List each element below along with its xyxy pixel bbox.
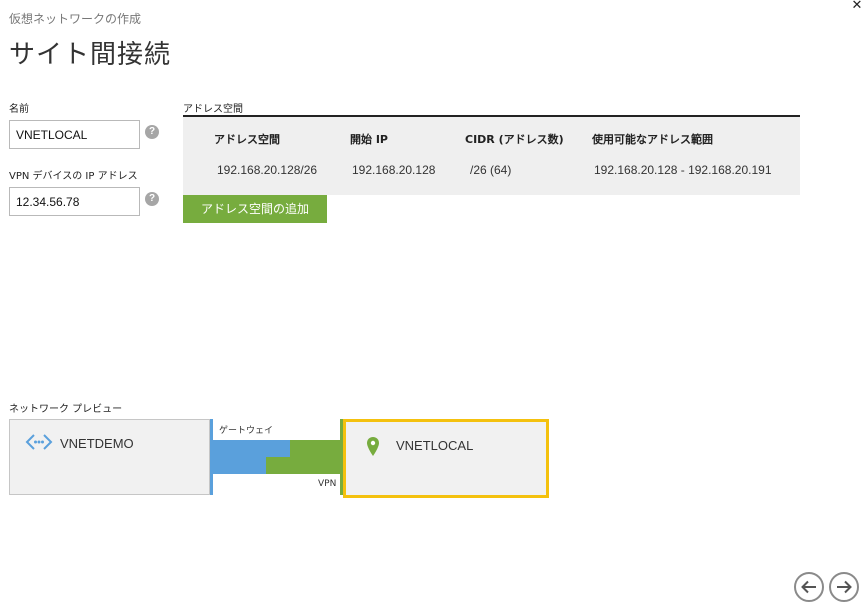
location-pin-icon [367,437,379,456]
next-button[interactable] [829,572,859,602]
close-icon[interactable]: ✕ [850,0,864,14]
gateway-label: ゲートウェイ [219,426,274,436]
page-title: サイト間接続 [9,40,172,70]
vnet-name: VNETDEMO [60,436,134,451]
gateway-block [213,440,290,457]
help-icon[interactable]: ? [145,125,159,139]
column-header: 開始 IP [350,133,388,146]
arrow-left-icon [801,580,816,594]
column-header: 使用可能なアドレス範囲 [592,133,713,146]
table-cell-start-ip[interactable]: 192.168.20.128 [352,163,435,177]
name-field[interactable] [9,120,140,149]
address-space-label: アドレス空間 [183,104,243,115]
gateway-block [213,457,266,474]
vpn-block [266,457,343,474]
table-cell-cidr[interactable]: /26 (64) [470,163,511,177]
address-space-table: アドレス空間 開始 IP CIDR (アドレス数) 使用可能なアドレス範囲 19… [183,117,800,195]
column-header: アドレス空間 [214,133,280,146]
arrow-right-icon [837,580,852,594]
name-label: 名前 [9,104,29,115]
network-preview-label: ネットワーク プレビュー [9,404,123,415]
vnet-card [9,419,210,495]
vpn-block [290,440,343,457]
table-cell-address-space[interactable]: 192.168.20.128/26 [217,163,317,177]
add-address-space-button[interactable]: アドレス空間の追加 [183,195,327,223]
back-button[interactable] [794,572,824,602]
local-network-name: VNETLOCAL [396,438,474,453]
vpn-ip-label: VPN デバイスの IP アドレス [9,171,138,182]
virtual-network-icon [25,434,53,450]
column-header: CIDR (アドレス数) [465,133,564,146]
dialog-subtitle: 仮想ネットワークの作成 [9,12,142,26]
local-network-card[interactable] [343,419,549,498]
help-icon[interactable]: ? [145,192,159,206]
vpn-ip-field[interactable] [9,187,140,216]
table-cell-range: 192.168.20.128 - 192.168.20.191 [594,163,772,177]
vpn-label: VPN [318,479,337,489]
